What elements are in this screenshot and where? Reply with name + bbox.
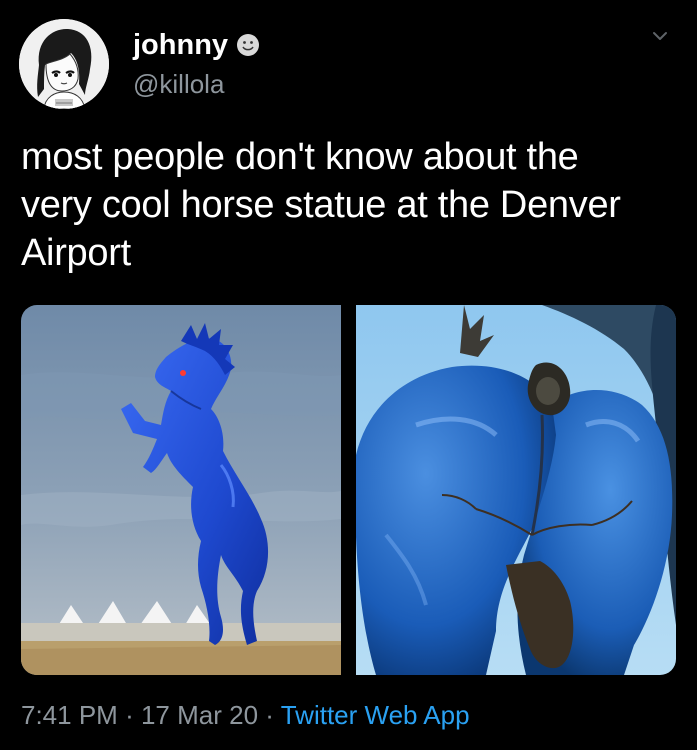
tweet-text: most people don't know about the very co… bbox=[21, 133, 676, 277]
photo-blue-horse-statue-full[interactable] bbox=[21, 305, 341, 675]
blue-mustang-statue-image bbox=[21, 305, 341, 675]
tweet-card: johnny @killola most people don't know a… bbox=[0, 0, 697, 750]
chevron-down-icon[interactable] bbox=[650, 26, 670, 46]
tweet-date[interactable]: 17 Mar 20 bbox=[141, 700, 258, 730]
author-name-row[interactable]: johnny bbox=[133, 27, 260, 63]
photo-blue-horse-statue-closeup[interactable] bbox=[356, 305, 676, 675]
meta-separator: · bbox=[265, 700, 274, 730]
author-handle[interactable]: @killola bbox=[133, 68, 224, 100]
avatar[interactable] bbox=[19, 19, 109, 109]
tweet-text-line: Airport bbox=[21, 232, 131, 274]
meta-separator: · bbox=[125, 700, 134, 730]
tweet-text-line: most people don't know about the bbox=[21, 136, 579, 178]
tweet-meta: 7:41 PM · 17 Mar 20 · Twitter Web App bbox=[21, 697, 470, 733]
tweet-time[interactable]: 7:41 PM bbox=[21, 700, 118, 730]
tweet-text-line: very cool horse statue at the Denver bbox=[21, 184, 621, 226]
anime-girl-avatar-icon bbox=[19, 19, 109, 109]
display-name[interactable]: johnny bbox=[133, 27, 228, 63]
tweet-source-link[interactable]: Twitter Web App bbox=[281, 700, 470, 730]
blue-mustang-closeup-image bbox=[356, 305, 676, 675]
smiley-face-icon bbox=[237, 34, 260, 56]
